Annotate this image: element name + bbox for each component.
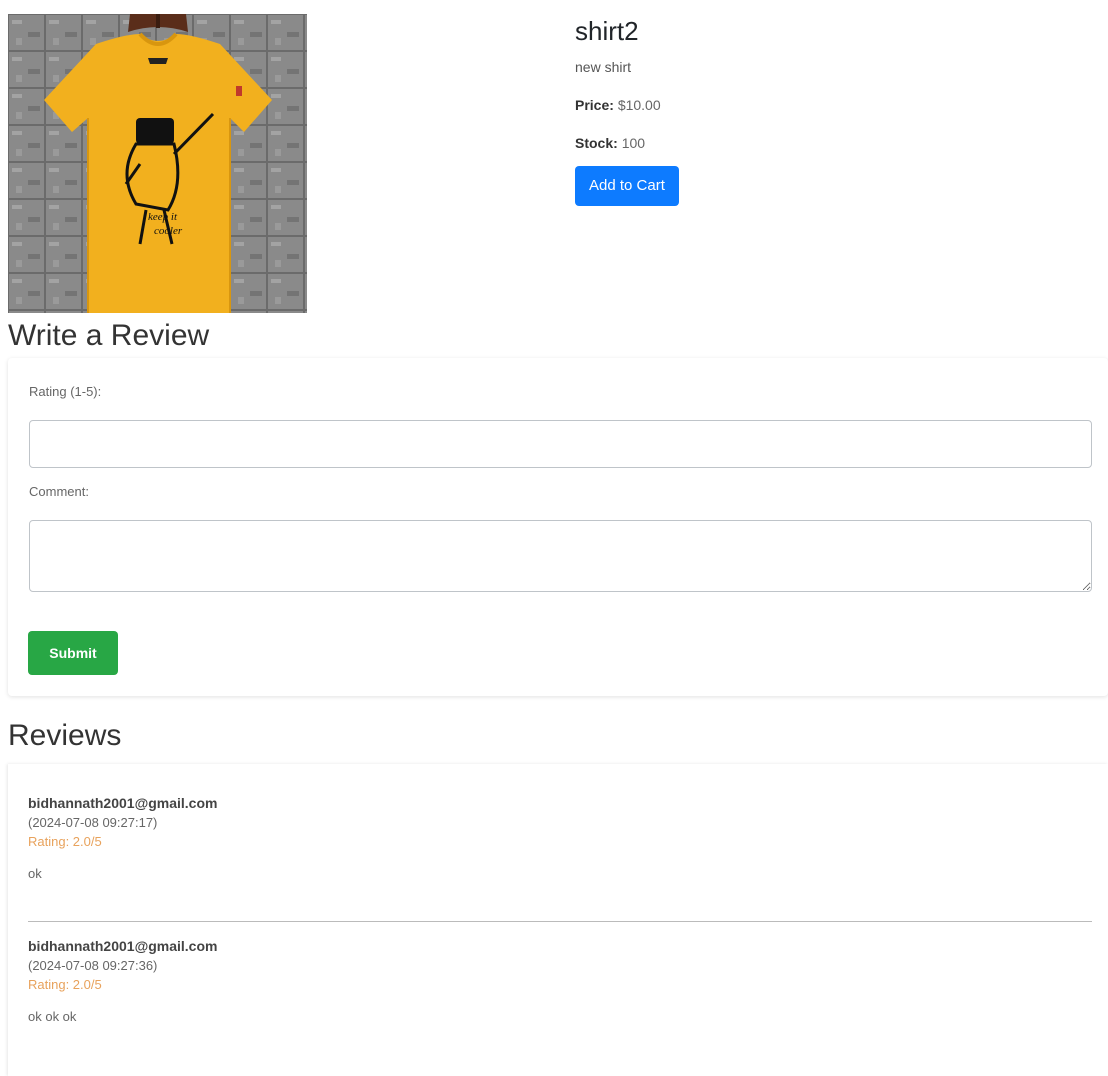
review-date: (2024-07-08 09:27:36) [28, 958, 158, 973]
stock-label: Stock: [575, 135, 618, 151]
product-info: shirt2 new shirt Price: $10.00 Stock: 10… [575, 14, 1075, 206]
comment-label: Comment: [29, 484, 89, 499]
price-label: Price: [575, 97, 614, 113]
review-rating: Rating: 2.0/5 [28, 834, 102, 849]
shirt-illustration: keep it cooler [8, 14, 307, 313]
shirt-print-line-1: keep it [148, 211, 178, 223]
price-value: $10.00 [617, 97, 661, 113]
review-rating: Rating: 2.0/5 [28, 977, 102, 992]
review-comment: ok [28, 866, 42, 881]
product-image: keep it cooler [8, 14, 307, 313]
add-to-cart-button[interactable]: Add to Cart [575, 166, 679, 206]
product-name: shirt2 [575, 16, 639, 46]
product-stock: Stock: 100 [575, 134, 1075, 152]
reviews-list: bidhannath2001@gmail.com (2024-07-08 09:… [8, 764, 1108, 1076]
review-date: (2024-07-08 09:27:17) [28, 815, 158, 830]
review-item: bidhannath2001@gmail.com (2024-07-08 09:… [28, 794, 1092, 883]
review-author: bidhannath2001@gmail.com [28, 795, 218, 811]
comment-textarea[interactable] [29, 520, 1092, 592]
rating-input[interactable] [29, 420, 1092, 468]
review-divider [28, 921, 1092, 922]
review-item: bidhannath2001@gmail.com (2024-07-08 09:… [28, 937, 1092, 1026]
stock-value: 100 [621, 135, 646, 151]
shirt-print-line-2: cooler [154, 225, 183, 237]
rating-label: Rating (1-5): [29, 384, 102, 399]
review-author: bidhannath2001@gmail.com [28, 938, 218, 954]
review-comment: ok ok ok [28, 1009, 77, 1024]
product-description: new shirt [575, 59, 632, 75]
write-review-title: Write a Review [8, 319, 210, 352]
submit-button[interactable]: Submit [28, 631, 118, 675]
review-form: Rating (1-5): Comment: Submit [8, 358, 1108, 696]
reviews-title: Reviews [8, 719, 122, 752]
product-detail-page: keep it cooler shirt2 new shirt Price: $… [0, 0, 1108, 1076]
product-price: Price: $10.00 [575, 96, 1075, 114]
